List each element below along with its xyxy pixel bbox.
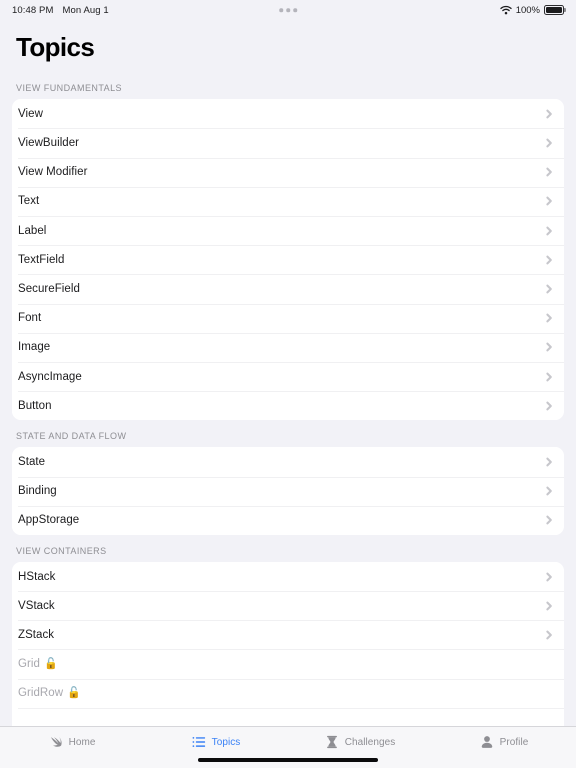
list-item-label: ViewBuilder — [18, 137, 80, 150]
list-item[interactable]: Font — [12, 303, 564, 333]
tab-home[interactable]: Home — [0, 732, 144, 752]
list-item[interactable]: Image — [12, 332, 564, 362]
list-item-label: SecureField — [18, 283, 80, 296]
list-item[interactable]: View Modifier — [12, 157, 564, 187]
status-date: Mon Aug 1 — [62, 4, 109, 16]
list-item[interactable]: AppStorage — [12, 505, 564, 535]
list-item-label: AsyncImage — [18, 370, 82, 383]
list-item[interactable]: Text — [12, 186, 564, 217]
tab-profile-label: Profile — [499, 736, 529, 748]
section-card: State Binding AppStorage — [12, 447, 564, 535]
status-bar: 10:48 PM Mon Aug 1 100% — [0, 0, 576, 20]
list-item-label: ZStack — [18, 628, 55, 641]
list-item[interactable]: ViewBuilder — [12, 128, 564, 158]
list-item-label: Label — [18, 224, 47, 237]
dot — [293, 8, 297, 12]
section-header: VIEW FUNDAMENTALS — [16, 83, 122, 94]
list-item-label: Button — [18, 399, 52, 412]
list-item[interactable]: Label — [12, 216, 564, 246]
list-item-label: Image — [18, 341, 51, 354]
section-card: View ViewBuilder View Modifier Text Label Tex… — [12, 99, 564, 421]
chevron-right-icon — [546, 372, 552, 382]
chevron-right-icon — [546, 515, 552, 525]
chevron-right-icon — [546, 138, 552, 148]
list-item: Grid 🔓 — [12, 649, 564, 679]
list-item-label: VStack — [18, 599, 55, 612]
list-item-label: Grid — [18, 658, 40, 671]
list-item — [12, 707, 564, 726]
chevron-right-icon — [546, 342, 552, 352]
dot — [279, 8, 283, 12]
list-item[interactable]: SecureField — [12, 274, 564, 304]
list-item[interactable]: AsyncImage — [12, 361, 564, 392]
section-header: VIEW CONTAINERS — [16, 545, 107, 556]
chevron-right-icon — [546, 284, 552, 294]
home-indicator — [198, 758, 378, 762]
battery-percent-label: 100% — [515, 4, 540, 16]
chevron-right-icon — [546, 630, 552, 640]
hourglass-icon — [326, 735, 337, 749]
list-item: GridRow 🔓 — [12, 678, 564, 708]
status-bar-left: 10:48 PM Mon Aug 1 — [12, 5, 109, 16]
tab-topics-label: Topics — [211, 736, 241, 748]
list-item[interactable]: Binding — [12, 476, 564, 506]
topics-list[interactable]: VIEW FUNDAMENTALS View ViewBuilder View Mod… — [0, 72, 576, 726]
app-screen: 10:48 PM Mon Aug 1 100% Topics VIEW FUND… — [0, 0, 576, 768]
section-header: STATE AND DATA FLOW — [16, 431, 127, 442]
swift-swoosh-icon — [50, 737, 62, 747]
list-item-label: Font — [18, 312, 42, 325]
list-item-label: Binding — [18, 485, 57, 498]
tab-challenges[interactable]: Challenges — [288, 732, 432, 752]
list-item-label: View Modifier — [18, 166, 88, 179]
list-item-label: State — [18, 455, 46, 468]
battery-full-icon — [544, 5, 564, 15]
unlock-icon: 🔓 — [43, 657, 58, 670]
tab-profile[interactable]: Profile — [432, 732, 576, 752]
list-item-label: TextField — [18, 253, 65, 266]
list-bullet-icon — [192, 737, 205, 747]
list-item[interactable]: VStack — [12, 591, 564, 621]
list-item[interactable]: TextField — [12, 245, 564, 275]
chevron-right-icon — [546, 601, 552, 611]
tab-home-label: Home — [68, 736, 96, 748]
chevron-right-icon — [546, 313, 552, 323]
section-card: HStack VStack ZStack Grid 🔓 GridRow 🔓 — [12, 561, 564, 726]
person-icon — [481, 736, 492, 748]
list-item[interactable]: View — [12, 99, 564, 129]
chevron-right-icon — [546, 486, 552, 496]
chevron-right-icon — [546, 255, 552, 265]
chevron-right-icon — [546, 197, 552, 206]
chevron-right-icon — [546, 572, 552, 581]
list-item[interactable]: State — [12, 447, 564, 477]
multitasking-dots-icon[interactable] — [279, 8, 297, 12]
list-item-label: AppStorage — [18, 514, 80, 527]
status-time: 10:48 PM — [12, 4, 54, 16]
chevron-right-icon — [546, 401, 552, 411]
chevron-right-icon — [546, 226, 552, 236]
chevron-right-icon — [546, 109, 552, 119]
list-item[interactable]: HStack — [12, 561, 564, 592]
tab-challenges-label: Challenges — [344, 736, 396, 748]
chevron-right-icon — [546, 457, 552, 467]
list-item[interactable]: ZStack — [12, 620, 564, 650]
page-title: Topics — [16, 32, 95, 62]
list-item-label: Text — [18, 195, 40, 208]
chevron-right-icon — [546, 167, 552, 177]
wifi-icon — [500, 5, 512, 15]
tab-bar: Home Topics Challenges Profile — [0, 726, 576, 768]
status-bar-right: 100% — [500, 5, 564, 16]
list-item-label: GridRow — [18, 687, 64, 700]
dot — [286, 8, 290, 12]
battery-fill — [546, 7, 562, 13]
list-item-label: HStack — [18, 570, 56, 583]
list-item-label: View — [18, 107, 43, 120]
list-item[interactable]: Button — [12, 391, 564, 421]
tab-topics[interactable]: Topics — [144, 732, 288, 752]
nav-bar: Topics — [0, 20, 576, 72]
unlock-icon: 🔓 — [67, 686, 81, 699]
